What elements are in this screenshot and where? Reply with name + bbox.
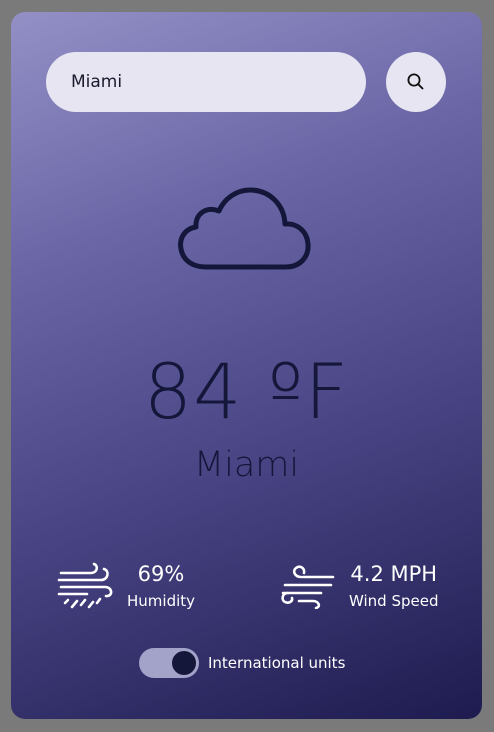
units-toggle-label: International units [208, 654, 346, 672]
wind-stat: 4.2 MPH Wind Speed [279, 560, 439, 612]
cloud-icon [178, 187, 311, 270]
wind-icon [281, 565, 335, 609]
units-toggle-row: International units [139, 648, 345, 678]
weather-card: 84 ºF Miami 69% Humidity [11, 12, 482, 719]
units-toggle[interactable] [139, 648, 199, 678]
humidity-value: 69% [137, 562, 185, 586]
humidity-stat: 69% Humidity [57, 560, 195, 612]
wind-speed-label: Wind Speed [349, 592, 439, 610]
wind-speed-value: 4.2 MPH [350, 562, 438, 586]
city-name: Miami [193, 445, 300, 485]
search-input[interactable] [46, 52, 366, 112]
toggle-knob [172, 651, 196, 675]
search-button[interactable] [386, 52, 446, 112]
humidity-label: Humidity [127, 592, 196, 610]
humidity-wind-icon [57, 562, 113, 609]
temperature-readout: 84 ºF [143, 347, 350, 436]
search-icon [407, 73, 424, 90]
